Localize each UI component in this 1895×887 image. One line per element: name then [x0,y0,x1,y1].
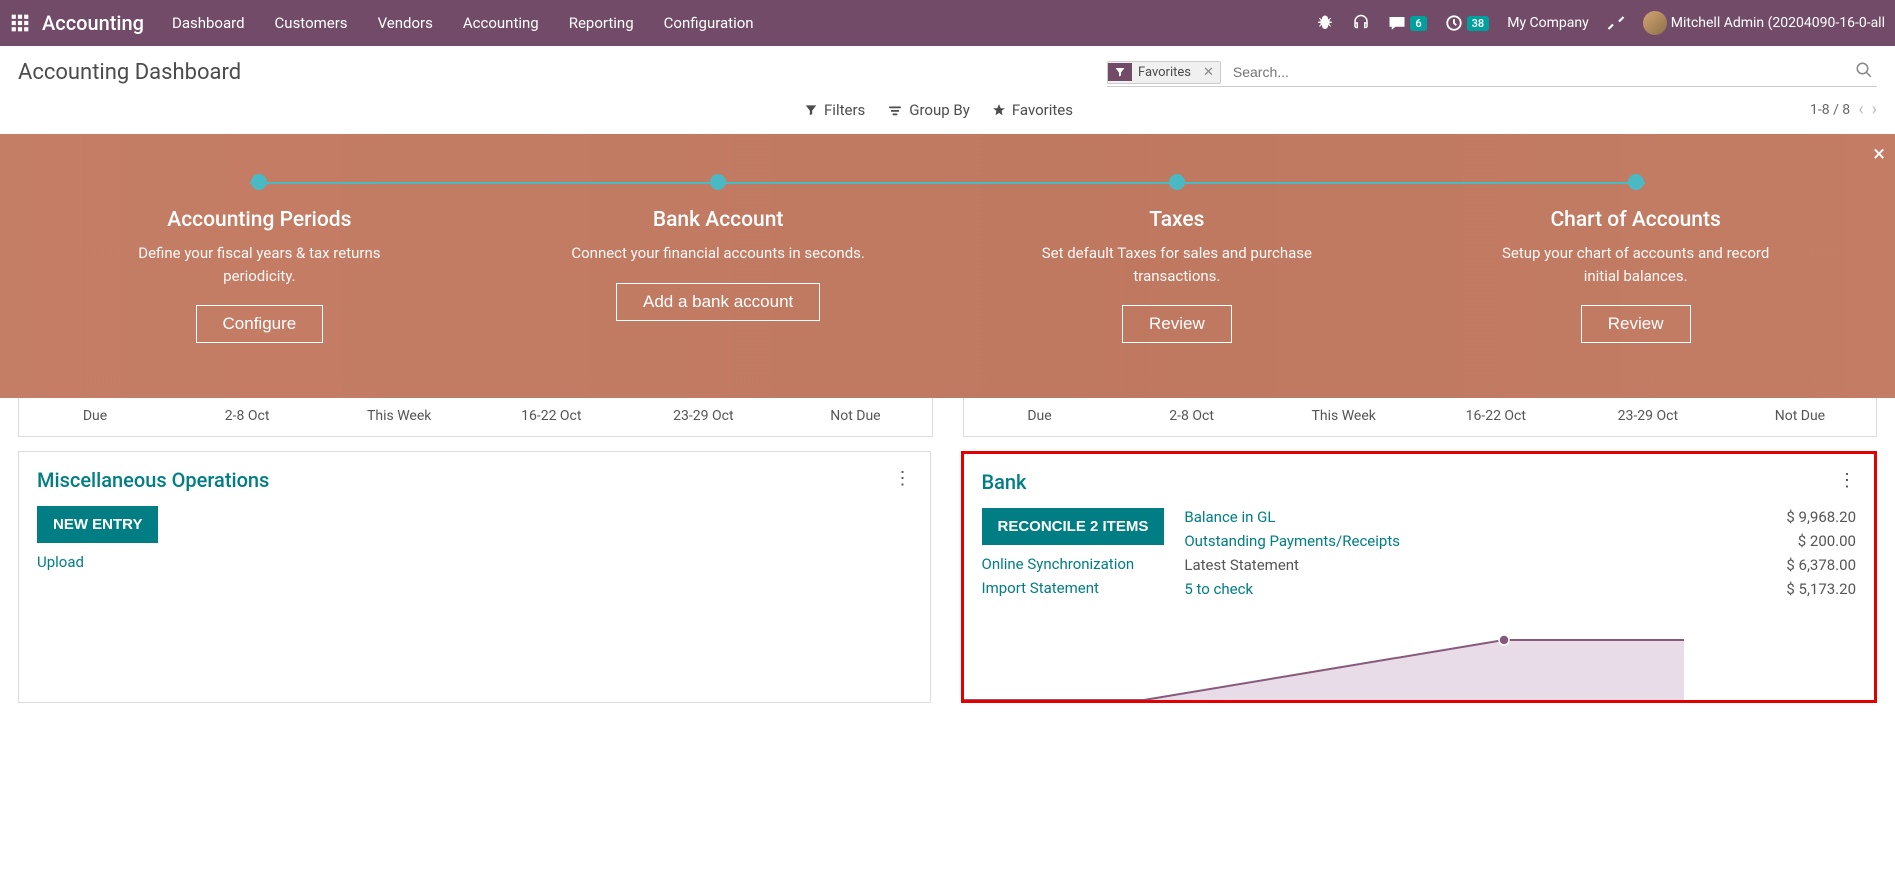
activities-badge: 38 [1467,16,1490,31]
date-cell: Due [964,408,1116,424]
balance-gl-label[interactable]: Balance in GL [1184,508,1275,526]
onboarding-banner: × Accounting Periods Define your fiscal … [0,134,1895,398]
bank-row: Outstanding Payments/Receipts $ 200.00 [1184,532,1856,550]
date-cell: 16-22 Oct [1420,408,1572,424]
messages-icon[interactable]: 6 [1388,14,1426,32]
date-cell: This Week [323,408,475,424]
pager: 1-8 / 8 ‹ › [1810,99,1877,120]
step-dot-icon [1169,174,1185,190]
search-input[interactable] [1227,58,1851,86]
activities-icon[interactable]: 38 [1445,14,1490,32]
search-facet: Favorites ✕ [1107,61,1221,84]
review-coa-button[interactable]: Review [1581,305,1691,343]
bank-row: 5 to check $ 5,173.20 [1184,580,1856,598]
onboard-step-bank: Bank Account Connect your financial acco… [489,174,948,343]
user-name: Mitchell Admin (20204090-16-0-all [1671,15,1885,31]
kebab-icon[interactable]: ⋮ [894,468,912,489]
date-cell: Due [19,408,171,424]
systray: 6 38 My Company Mitchell Admin (20204090… [1316,11,1885,35]
misc-title[interactable]: Miscellaneous Operations [37,468,269,492]
onboard-step-coa: Chart of Accounts Setup your chart of ac… [1406,174,1865,343]
balance-gl-value: $ 9,968.20 [1786,508,1856,526]
latest-stmt-label: Latest Statement [1184,556,1299,574]
menu-dashboard[interactable]: Dashboard [172,14,245,32]
new-entry-button[interactable]: NEW ENTRY [37,506,158,543]
date-cell: This Week [1268,408,1420,424]
step-dot-icon [1628,174,1644,190]
tools-icon[interactable] [1607,14,1625,32]
bank-row: Latest Statement $ 6,378.00 [1184,556,1856,574]
step-dot-icon [251,174,267,190]
date-row: Due 2-8 Oct This Week 16-22 Oct 23-29 Oc… [0,398,1895,437]
funnel-icon [1108,63,1132,81]
close-icon[interactable]: × [1873,142,1885,167]
step-dot-icon [710,174,726,190]
outstanding-value: $ 200.00 [1798,532,1856,550]
debug-icon[interactable] [1316,14,1334,32]
add-bank-button[interactable]: Add a bank account [616,283,820,321]
page-title: Accounting Dashboard [18,60,241,85]
menu-reporting[interactable]: Reporting [569,14,634,32]
bank-title[interactable]: Bank [982,470,1027,494]
main-menu: Dashboard Customers Vendors Accounting R… [172,14,1316,32]
date-cell: 16-22 Oct [475,408,627,424]
pager-next[interactable]: › [1872,99,1877,120]
onboard-step-periods: Accounting Periods Define your fiscal ye… [30,174,489,343]
reconcile-button[interactable]: RECONCILE 2 ITEMS [982,508,1165,545]
menu-vendors[interactable]: Vendors [378,14,433,32]
menu-configuration[interactable]: Configuration [664,14,754,32]
facet-label: Favorites [1132,62,1197,83]
misc-operations-card: Miscellaneous Operations ⋮ NEW ENTRY Upl… [18,451,931,703]
date-cell: Not Due [779,408,931,424]
to-check-label[interactable]: 5 to check [1184,580,1253,598]
date-cell: 2-8 Oct [1116,408,1268,424]
support-icon[interactable] [1352,14,1370,32]
favorites-button[interactable]: Favorites [992,101,1073,119]
apps-icon[interactable] [10,13,30,33]
onboard-step-taxes: Taxes Set default Taxes for sales and pu… [948,174,1407,343]
import-statement-link[interactable]: Import Statement [982,579,1165,597]
avatar [1643,11,1667,35]
date-cell: 2-8 Oct [171,408,323,424]
latest-stmt-value: $ 6,378.00 [1786,556,1856,574]
top-nav: Accounting Dashboard Customers Vendors A… [0,0,1895,46]
upload-link[interactable]: Upload [37,553,912,571]
search-bar[interactable]: Favorites ✕ [1107,58,1877,87]
menu-customers[interactable]: Customers [275,14,348,32]
filters-button[interactable]: Filters [804,101,865,119]
user-menu[interactable]: Mitchell Admin (20204090-16-0-all [1643,11,1885,35]
date-card-left: Due 2-8 Oct This Week 16-22 Oct 23-29 Oc… [18,398,933,437]
messages-badge: 6 [1410,16,1426,31]
app-name[interactable]: Accounting [42,11,144,35]
date-card-right: Due 2-8 Oct This Week 16-22 Oct 23-29 Oc… [963,398,1878,437]
configure-button[interactable]: Configure [196,305,324,343]
pager-prev[interactable]: ‹ [1858,99,1863,120]
online-sync-link[interactable]: Online Synchronization [982,555,1165,573]
bank-chart [964,625,1684,700]
pager-value[interactable]: 1-8 / 8 [1810,102,1850,118]
search-icon[interactable] [1851,61,1877,83]
date-cell: Not Due [1724,408,1876,424]
kanban-row: Miscellaneous Operations ⋮ NEW ENTRY Upl… [0,437,1895,717]
company-switcher[interactable]: My Company [1507,15,1589,31]
date-cell: 23-29 Oct [627,408,779,424]
groupby-button[interactable]: Group By [887,101,970,119]
review-taxes-button[interactable]: Review [1122,305,1232,343]
bank-card: Bank ⋮ RECONCILE 2 ITEMS Online Synchron… [961,451,1878,703]
to-check-value: $ 5,173.20 [1786,580,1856,598]
bank-row: Balance in GL $ 9,968.20 [1184,508,1856,526]
outstanding-label[interactable]: Outstanding Payments/Receipts [1184,532,1400,550]
menu-accounting[interactable]: Accounting [463,14,539,32]
control-panel: Accounting Dashboard Favorites ✕ Filters… [0,46,1895,120]
date-cell: 23-29 Oct [1572,408,1724,424]
kebab-icon[interactable]: ⋮ [1838,470,1856,491]
facet-remove[interactable]: ✕ [1197,65,1220,80]
